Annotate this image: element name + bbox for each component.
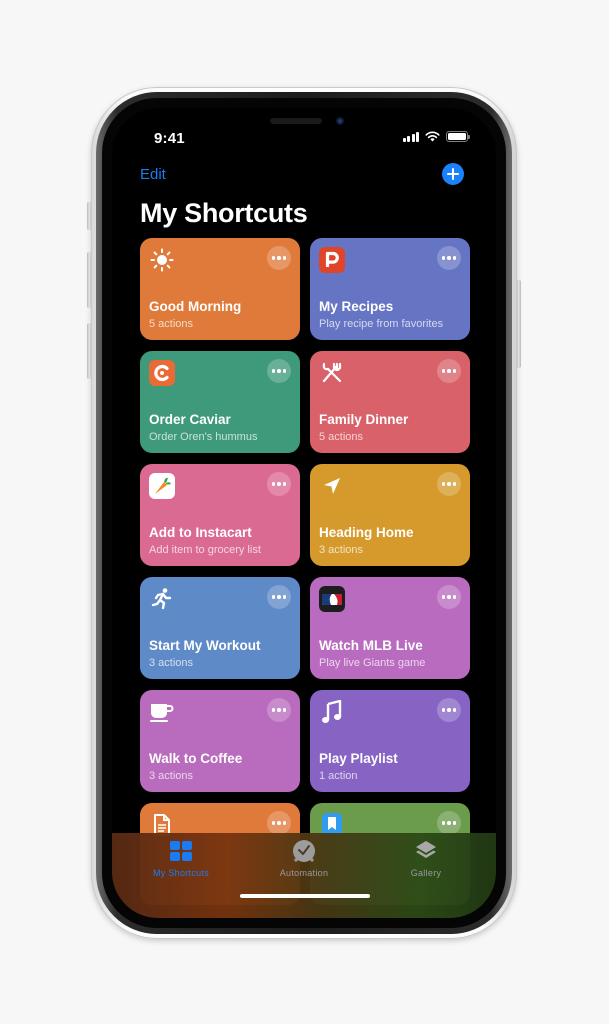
shortcut-card-family-dinner[interactable]: Family Dinner 5 actions [310,351,470,453]
paprika-app-icon [319,247,345,273]
status-icons [402,131,470,142]
shortcut-subtitle: 3 actions [149,657,194,669]
coffee-cup-icon [150,704,174,722]
tab-label: Gallery [410,868,442,878]
shortcut-card-watch-mlb-live[interactable]: Watch MLB Live Play live Giants game [310,577,470,679]
shortcut-card-add-to-instacart[interactable]: Add to Instacart Add item to grocery lis… [140,464,300,566]
tab-automation[interactable]: Automation [249,839,359,878]
more-options-button[interactable] [437,246,461,270]
shortcut-subtitle: 5 actions [319,431,364,443]
more-options-button[interactable] [267,359,291,383]
clock-check-icon [293,840,315,862]
shortcut-card-start-my-workout[interactable]: Start My Workout 3 actions [140,577,300,679]
cellular-signal-icon [402,131,419,142]
status-time: 9:41 [154,130,185,147]
battery-icon [446,131,470,142]
shortcut-subtitle: 1 action [319,770,358,782]
shortcut-title: Add to Instacart [149,525,252,540]
shortcut-card-heading-home[interactable]: Heading Home 3 actions [310,464,470,566]
shortcut-card-good-morning[interactable]: Good Morning 5 actions [140,238,300,340]
earpiece-speaker [270,118,322,124]
sun-icon [150,248,174,272]
more-options-button[interactable] [267,585,291,609]
shortcut-subtitle: 3 actions [319,544,364,556]
shortcut-title: Family Dinner [319,412,409,427]
shortcut-card-play-playlist[interactable]: Play Playlist 1 action [310,690,470,792]
layers-icon [416,841,436,858]
location-arrow-icon [324,478,340,494]
more-options-button[interactable] [267,698,291,722]
edit-button[interactable]: Edit [140,166,166,183]
more-options-button[interactable] [267,811,291,835]
shortcut-subtitle: 5 actions [149,318,194,330]
shortcut-subtitle: Order Oren's hummus [149,431,258,443]
page-title: My Shortcuts [140,198,308,228]
caviar-app-icon [149,360,175,386]
shortcut-subtitle: Play recipe from favorites [319,318,444,330]
mlb-app-icon [319,586,345,612]
tab-gallery[interactable]: Gallery [371,839,481,878]
tab-label: Automation [279,868,329,878]
more-options-button[interactable] [437,359,461,383]
shortcut-subtitle: Play live Giants game [319,657,426,669]
more-options-button[interactable] [437,698,461,722]
wifi-icon [425,131,440,142]
shortcut-title: Good Morning [149,299,242,314]
home-indicator[interactable] [240,894,370,898]
shortcut-subtitle: 3 actions [149,770,194,782]
more-options-button[interactable] [267,472,291,496]
add-shortcut-button[interactable] [442,163,464,185]
shortcut-title: Play Playlist [319,751,398,766]
stage: 9:41 Edit My Shortcuts Good Morning 5 ac… [0,0,609,1024]
music-note-icon [322,700,342,723]
more-options-button[interactable] [437,472,461,496]
running-icon [151,588,172,610]
front-camera [336,117,344,125]
more-options-button[interactable] [437,585,461,609]
shortcut-card-walk-to-coffee[interactable]: Walk to Coffee 3 actions [140,690,300,792]
fork-knife-icon [322,362,342,383]
shortcut-card-order-caviar[interactable]: Order Caviar Order Oren's hummus [140,351,300,453]
shortcut-card-my-recipes[interactable]: My Recipes Play recipe from favorites [310,238,470,340]
shortcut-title: Start My Workout [149,638,261,653]
shortcut-title: Watch MLB Live [319,638,423,653]
screen: 9:41 Edit My Shortcuts Good Morning 5 ac… [112,108,496,918]
shortcut-title: My Recipes [319,299,394,314]
shortcut-title: Walk to Coffee [149,751,243,766]
more-options-button[interactable] [437,811,461,835]
instacart-app-icon [149,473,175,499]
tab-bar: My Shortcuts Automation Gallery [112,833,496,918]
more-options-button[interactable] [267,246,291,270]
tab-my-shortcuts[interactable]: My Shortcuts [126,839,236,878]
shortcut-subtitle: Add item to grocery list [149,544,261,556]
shortcut-title: Order Caviar [149,412,231,427]
grid-icon [170,841,192,861]
plus-icon [447,168,459,180]
tab-label: My Shortcuts [152,868,210,878]
phone-frame: 9:41 Edit My Shortcuts Good Morning 5 ac… [91,87,517,939]
shortcut-title: Heading Home [319,525,414,540]
